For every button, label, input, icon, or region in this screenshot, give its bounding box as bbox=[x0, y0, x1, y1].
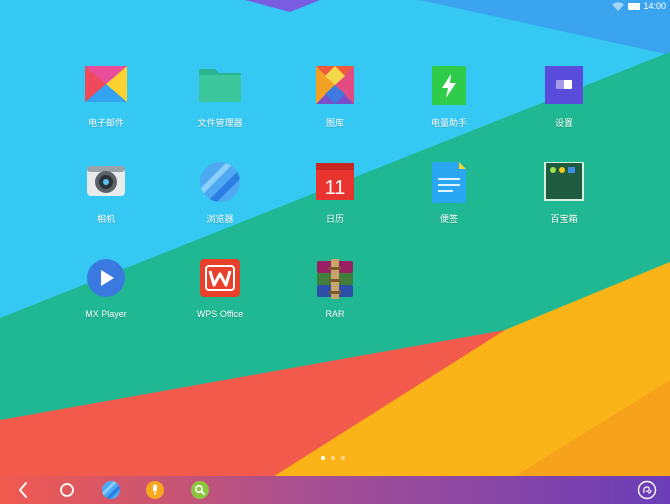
assistive-icon[interactable] bbox=[637, 480, 657, 500]
app-battery-assistant[interactable]: 电量助手 bbox=[394, 66, 504, 129]
battery-icon bbox=[628, 3, 640, 10]
notes-app-icon bbox=[432, 162, 466, 203]
app-gallery[interactable]: 图库 bbox=[280, 66, 390, 129]
browser-app-icon bbox=[200, 162, 240, 202]
app-label: 日历 bbox=[325, 214, 344, 224]
app-label: 相机 bbox=[96, 214, 115, 224]
app-calendar[interactable]: 11 日历 bbox=[280, 162, 390, 225]
app-label: 电子邮件 bbox=[87, 118, 124, 128]
app-label: 电量助手 bbox=[430, 118, 467, 128]
rar-app-icon bbox=[317, 259, 353, 299]
voice-icon[interactable] bbox=[145, 480, 165, 500]
app-label: 设置 bbox=[554, 118, 573, 128]
app-rar[interactable]: RAR bbox=[280, 259, 390, 319]
app-wps-office[interactable]: WPS Office bbox=[165, 259, 275, 319]
wifi-icon bbox=[612, 2, 624, 11]
app-browser[interactable]: 浏览器 bbox=[165, 162, 275, 225]
browser-shortcut-icon[interactable] bbox=[101, 480, 121, 500]
app-camera[interactable]: 相机 bbox=[51, 162, 161, 225]
gallery-app-icon bbox=[316, 66, 354, 104]
camera-app-icon bbox=[87, 166, 125, 196]
app-label: MX Player bbox=[85, 309, 127, 319]
page-dot[interactable] bbox=[331, 456, 335, 460]
app-email[interactable]: 电子邮件 bbox=[51, 66, 161, 129]
folder-app-icon bbox=[199, 69, 241, 102]
settings-app-icon bbox=[545, 66, 583, 104]
app-label: 百宝箱 bbox=[550, 214, 578, 224]
battery-assistant-app-icon bbox=[432, 66, 466, 105]
app-label: 浏览器 bbox=[206, 214, 234, 224]
home-icon[interactable] bbox=[57, 480, 77, 500]
search-icon[interactable] bbox=[190, 480, 210, 500]
app-label: 文件管理器 bbox=[197, 118, 243, 128]
wps-office-app-icon bbox=[200, 259, 240, 297]
status-bar: 14:00 bbox=[0, 0, 670, 14]
app-mx-player[interactable]: MX Player bbox=[51, 259, 161, 319]
app-notes[interactable]: 便签 bbox=[394, 162, 504, 225]
page-indicator bbox=[321, 445, 351, 460]
app-label: WPS Office bbox=[196, 309, 244, 319]
svg-text:11: 11 bbox=[325, 177, 346, 199]
toolbox-app-icon bbox=[544, 161, 584, 201]
mx-player-app-icon bbox=[87, 259, 125, 297]
email-app-icon bbox=[85, 66, 127, 102]
app-toolbox[interactable]: 百宝箱 bbox=[509, 161, 619, 225]
app-label: 便签 bbox=[439, 214, 458, 224]
app-label: RAR bbox=[325, 309, 345, 319]
navigation-bar bbox=[0, 476, 670, 504]
status-time: 14:00 bbox=[643, 1, 666, 11]
calendar-app-icon: 11 bbox=[316, 163, 354, 200]
page-dot[interactable] bbox=[321, 456, 325, 460]
app-label: 图库 bbox=[325, 118, 344, 128]
app-file-manager[interactable]: 文件管理器 bbox=[165, 66, 275, 129]
app-settings[interactable]: 设置 bbox=[509, 66, 619, 129]
page-dot[interactable] bbox=[341, 456, 345, 460]
back-icon[interactable] bbox=[14, 480, 34, 500]
